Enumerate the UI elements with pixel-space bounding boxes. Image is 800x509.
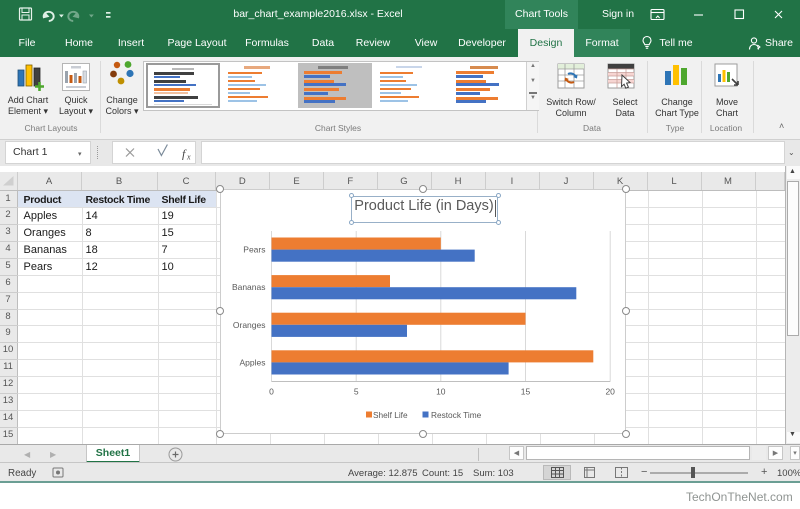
svg-text:15: 15 [521,387,531,397]
svg-text:20: 20 [605,387,615,397]
svg-text:Bananas: Bananas [232,282,266,292]
svg-text:x: x [186,153,191,162]
svg-text:Shelf Life: Shelf Life [373,410,408,420]
svg-text:Apples: Apples [240,357,266,367]
svg-text:Restock Time: Restock Time [431,410,482,420]
svg-text:0: 0 [269,387,274,397]
svg-text:Pears: Pears [243,245,265,255]
svg-text:5: 5 [354,387,359,397]
svg-text:Oranges: Oranges [233,320,266,330]
svg-text:10: 10 [436,387,446,397]
